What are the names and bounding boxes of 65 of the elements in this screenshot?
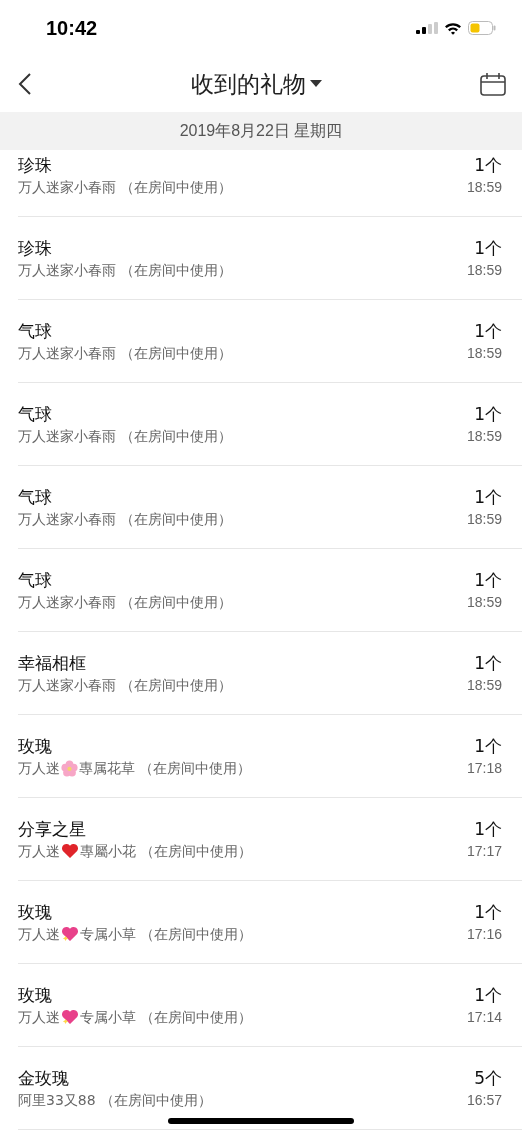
gift-source: 專屬小花 （在房间中使用） <box>80 842 253 861</box>
gift-name: 幸福相框 <box>18 652 87 674</box>
gift-name: 玫瑰 <box>18 901 53 923</box>
gift-time: 17:14 <box>466 1008 502 1027</box>
gift-source: 万人迷家小春雨 （在房间中使用） <box>18 178 233 197</box>
gift-source: 專属花草 （在房间中使用） <box>79 759 252 778</box>
gift-count: 1个 <box>473 984 502 1006</box>
gift-source: 万人迷 <box>18 842 60 861</box>
wifi-icon <box>444 21 462 35</box>
gift-name: 分享之星 <box>18 818 87 840</box>
gift-name: 玫瑰 <box>18 735 53 757</box>
gift-source: 专属小草 （在房间中使用） <box>80 925 253 944</box>
gift-source: 万人迷家小春雨 （在房间中使用） <box>18 344 233 363</box>
gift-source: 万人迷 <box>18 759 60 778</box>
gift-source: 万人迷家小春雨 （在房间中使用） <box>18 593 233 612</box>
gift-name: 气球 <box>18 403 53 425</box>
gift-count: 5个 <box>473 1067 502 1089</box>
gift-name: 气球 <box>18 569 53 591</box>
gift-name: 珍珠 <box>18 154 53 176</box>
gift-name: 珍珠 <box>18 237 53 259</box>
gift-time: 18:59 <box>466 178 502 197</box>
gift-count: 1个 <box>473 652 502 674</box>
battery-icon <box>468 21 496 35</box>
gift-name: 玫瑰 <box>18 984 53 1006</box>
gift-source: 专属小草 （在房间中使用） <box>80 1008 253 1027</box>
gift-count: 1个 <box>473 403 502 425</box>
gift-time: 17:16 <box>466 925 502 944</box>
gift-source: 万人迷家小春雨 （在房间中使用） <box>18 261 233 280</box>
gift-name: 气球 <box>18 486 53 508</box>
gift-count: 1个 <box>473 569 502 591</box>
gift-source: 万人迷 <box>18 1008 60 1027</box>
caret-icon <box>309 80 322 88</box>
gift-count: 1个 <box>473 735 502 757</box>
gift-source: 万人迷家小春雨 （在房间中使用） <box>18 427 233 446</box>
gift-count: 1个 <box>473 901 502 923</box>
gift-source: 万人迷 <box>18 925 60 944</box>
signal-icon <box>416 22 438 34</box>
gift-count: 1个 <box>473 486 502 508</box>
gift-time: 18:59 <box>466 344 502 363</box>
heart-icon <box>61 843 79 859</box>
status-time: 10:42 <box>46 16 98 40</box>
gift-time: 18:59 <box>466 427 502 446</box>
gift-source: 万人迷家小春雨 （在房间中使用） <box>18 676 233 695</box>
gift-source: 万人迷家小春雨 （在房间中使用） <box>18 510 233 529</box>
gift-name: 气球 <box>18 320 53 342</box>
gift-time: 18:59 <box>466 676 502 695</box>
gift-count: 1个 <box>473 154 502 176</box>
gift-time: 18:59 <box>466 510 502 529</box>
flower-icon <box>61 759 78 777</box>
gift-time: 16:57 <box>466 1091 502 1110</box>
gift-count: 1个 <box>473 237 502 259</box>
gift-time: 17:17 <box>466 842 502 861</box>
gift-name: 金玫瑰 <box>18 1067 70 1089</box>
sparkling-heart-icon <box>61 926 79 942</box>
gift-time: 18:59 <box>466 593 502 612</box>
gift-count: 1个 <box>473 320 502 342</box>
gift-time: 18:59 <box>466 261 502 280</box>
title-dropdown[interactable]: 收到的礼物 <box>190 68 322 100</box>
sparkling-heart-icon <box>61 1009 79 1025</box>
gift-count: 1个 <box>473 818 502 840</box>
date-header: 2019年8月22日 星期四 <box>179 120 343 141</box>
gift-time: 17:18 <box>466 759 502 778</box>
back-icon[interactable] <box>18 72 32 96</box>
gift-source: 阿里33又88 （在房间中使用） <box>18 1091 213 1110</box>
calendar-icon[interactable] <box>480 72 506 96</box>
